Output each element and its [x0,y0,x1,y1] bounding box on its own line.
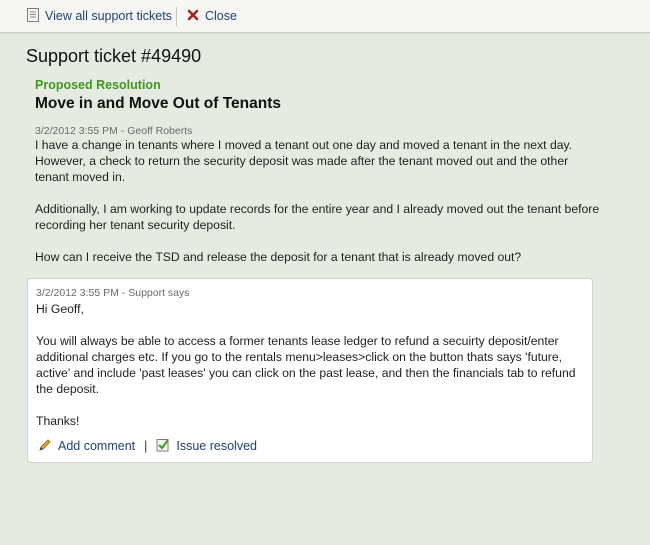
pencil-icon [38,438,52,455]
reply-paragraph: Thanks! [36,414,80,428]
document-icon [27,7,39,25]
actions-separator: | [144,439,148,453]
ticket-subject: Move in and Move Out of Tenants [35,95,282,112]
support-reply-card: 3/2/2012 3:55 PM - Support says Hi Geoff… [27,278,593,463]
question-paragraph: How can I receive the TSD and release th… [35,250,522,264]
toolbar: View all support tickets Close [0,0,650,33]
issue-resolved-label: Issue resolved [176,439,257,453]
reply-actions: Add comment | Issue resolved [38,437,257,455]
reply-meta: 3/2/2012 3:55 PM - Support says [36,287,190,299]
close-label: Close [205,9,237,23]
close-button[interactable]: Close [187,7,237,25]
question-paragraph: I have a change in tenants where I moved… [35,138,573,184]
add-comment-link[interactable]: Add comment [38,438,135,455]
question-paragraph: Additionally, I am working to update rec… [35,202,600,232]
reply-paragraph: Hi Geoff, [36,302,84,316]
question-body: I have a change in tenants where I moved… [35,137,600,281]
question-meta: 3/2/2012 3:55 PM - Geoff Roberts [35,125,193,137]
status-label: Proposed Resolution [35,78,161,92]
checklist-icon [156,438,170,455]
close-x-icon [187,9,199,24]
add-comment-label: Add comment [58,439,136,453]
page-title: Support ticket #49490 [26,46,202,66]
view-all-tickets-button[interactable]: View all support tickets [27,7,172,25]
issue-resolved-link[interactable]: Issue resolved [156,438,257,455]
view-all-tickets-label: View all support tickets [45,9,172,23]
reply-paragraph: You will always be able to access a form… [36,334,576,396]
reply-body: Hi Geoff, You will always be able to acc… [36,301,586,445]
toolbar-divider [176,7,177,26]
